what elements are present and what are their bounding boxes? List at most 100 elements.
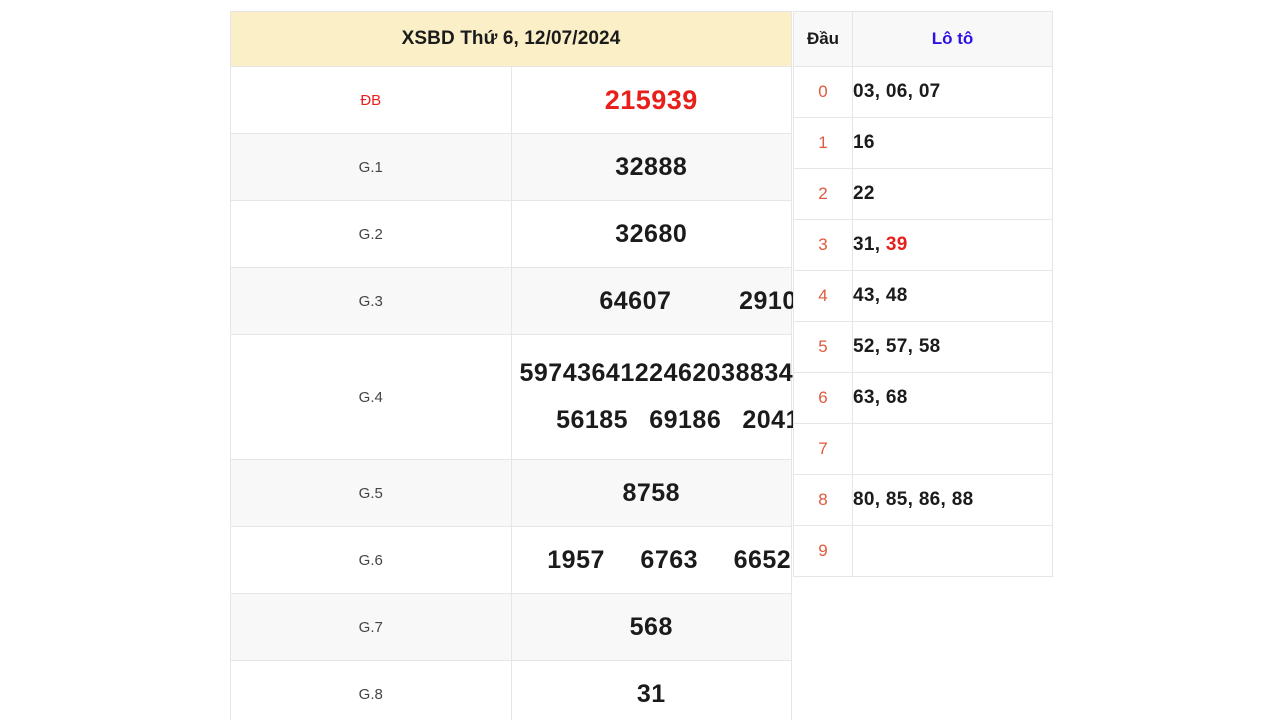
loto-key: 0 <box>793 66 853 118</box>
loto-header-loto: Lô tô <box>852 11 1053 67</box>
loto-row-5: 5 52, 57, 58 <box>793 321 1053 373</box>
prize-number: 215939 <box>604 84 698 115</box>
results-header-row: XSBD Thứ 6, 12/07/2024 <box>230 11 792 67</box>
loto-values: 22 <box>852 168 1053 220</box>
loto-values: 63, 68 <box>852 372 1053 424</box>
loto-row-1: 1 16 <box>793 117 1053 169</box>
loto-key: 8 <box>793 474 853 526</box>
prize-label-g1: G.1 <box>230 133 512 201</box>
loto-values <box>852 525 1053 577</box>
loto-separator: , <box>874 387 886 408</box>
loto-number: 16 <box>853 132 875 153</box>
prize-row-g6: G.6 1957 6763 6652 <box>230 526 792 594</box>
prize-number: 32680 <box>615 219 688 248</box>
lottery-results-page: XSBD Thứ 6, 12/07/2024 ĐB 215939 G.1 328… <box>0 0 1280 720</box>
loto-header-dau: Đầu <box>793 11 853 67</box>
loto-key: 6 <box>793 372 853 424</box>
loto-values: 43, 48 <box>852 270 1053 322</box>
prize-label-g7: G.7 <box>230 593 512 661</box>
loto-key: 4 <box>793 270 853 322</box>
prize-values-g7: 568 <box>510 593 792 661</box>
prize-label-g2: G.2 <box>230 200 512 268</box>
loto-separator: , <box>907 489 919 510</box>
prize-values-db: 215939 <box>510 66 792 134</box>
loto-number: 22 <box>853 183 875 204</box>
loto-number: 48 <box>885 285 908 306</box>
loto-number: 63 <box>853 387 875 408</box>
loto-values: 80, 85, 86, 88 <box>852 474 1053 526</box>
loto-row-8: 8 80, 85, 86, 88 <box>793 474 1053 526</box>
prize-label-g5: G.5 <box>230 459 512 527</box>
loto-row-3: 3 31, 39 <box>793 219 1053 271</box>
loto-key: 1 <box>793 117 853 169</box>
prize-values-g2: 32680 <box>510 200 792 268</box>
loto-separator: , <box>940 489 952 510</box>
prize-number: 6763 <box>640 545 699 574</box>
loto-separator: , <box>874 489 886 510</box>
loto-number: 39 <box>885 234 908 255</box>
prize-number: 8758 <box>622 478 681 507</box>
prize-row-g1: G.1 32888 <box>230 133 792 201</box>
prize-row-g4: G.4 59743 64122 46203 88348 56185 69186 … <box>230 334 814 460</box>
loto-values: 52, 57, 58 <box>852 321 1053 373</box>
prize-values-g5: 8758 <box>510 459 792 527</box>
loto-number: 03 <box>853 81 875 102</box>
loto-key: 2 <box>793 168 853 220</box>
prize-number: 1957 <box>547 545 605 574</box>
prize-number: 59743 <box>519 359 592 387</box>
prize-number: 31 <box>636 679 666 708</box>
loto-values: 03, 06, 07 <box>852 66 1053 118</box>
prize-row-g7: G.7 568 <box>230 593 792 661</box>
loto-number: 57 <box>885 336 908 357</box>
loto-row-0: 0 03, 06, 07 <box>793 66 1053 118</box>
prize-values-g8: 31 <box>510 660 792 720</box>
prize-values-g4: 59743 64122 46203 88348 56185 69186 2041… <box>510 334 814 460</box>
prize-values-g6: 1957 6763 6652 <box>510 526 792 594</box>
prize-number: 69186 <box>649 406 722 434</box>
loto-separator: , <box>874 81 886 102</box>
prize-label-g3: G.3 <box>230 267 512 335</box>
loto-number: 52 <box>853 336 875 357</box>
loto-values <box>852 423 1053 475</box>
prize-number: 64607 <box>599 286 672 315</box>
loto-number: 43 <box>853 285 875 306</box>
prize-label-db: ĐB <box>230 66 512 134</box>
prize-row-g3: G.3 64607 29106 <box>230 267 811 335</box>
loto-separator: , <box>874 285 886 306</box>
prize-label-g4: G.4 <box>230 334 512 460</box>
prize-row-g8: G.8 31 <box>230 660 792 720</box>
loto-row-2: 2 22 <box>793 168 1053 220</box>
prize-number: 568 <box>629 612 673 641</box>
loto-number: 58 <box>918 336 941 357</box>
loto-key: 3 <box>793 219 853 271</box>
prize-number: 46203 <box>663 359 736 387</box>
loto-number: 68 <box>885 387 908 408</box>
prize-values-g3: 64607 29106 <box>510 267 811 335</box>
prize-number: 32888 <box>615 152 688 181</box>
prize-label-g6: G.6 <box>230 526 512 594</box>
loto-row-6: 6 63, 68 <box>793 372 1053 424</box>
loto-header-row: Đầu Lô tô <box>793 11 1053 67</box>
prize-number: 6652 <box>733 545 792 574</box>
loto-number: 80 <box>853 489 875 510</box>
loto-number: 06 <box>885 81 908 102</box>
prize-number: 64122 <box>591 359 664 387</box>
loto-separator: , <box>907 81 919 102</box>
prize-number: 56185 <box>556 406 629 434</box>
loto-key: 5 <box>793 321 853 373</box>
loto-summary-table: Đầu Lô tô 0 03, 06, 07 1 16 2 22 3 31, 3… <box>793 11 1053 577</box>
loto-key: 9 <box>793 525 853 577</box>
loto-number: 88 <box>951 489 974 510</box>
loto-values: 31, 39 <box>852 219 1053 271</box>
loto-row-4: 4 43, 48 <box>793 270 1053 322</box>
loto-number: 07 <box>918 81 941 102</box>
loto-number: 31 <box>853 234 875 255</box>
prize-row-g5: G.5 8758 <box>230 459 792 527</box>
loto-row-9: 9 <box>793 525 1053 577</box>
prize-row-g2: G.2 32680 <box>230 200 792 268</box>
prize-results-table: XSBD Thứ 6, 12/07/2024 ĐB 215939 G.1 328… <box>230 11 814 720</box>
loto-key: 7 <box>793 423 853 475</box>
loto-separator: , <box>874 234 886 255</box>
loto-separator: , <box>874 336 886 357</box>
results-title: XSBD Thứ 6, 12/07/2024 <box>230 11 792 67</box>
